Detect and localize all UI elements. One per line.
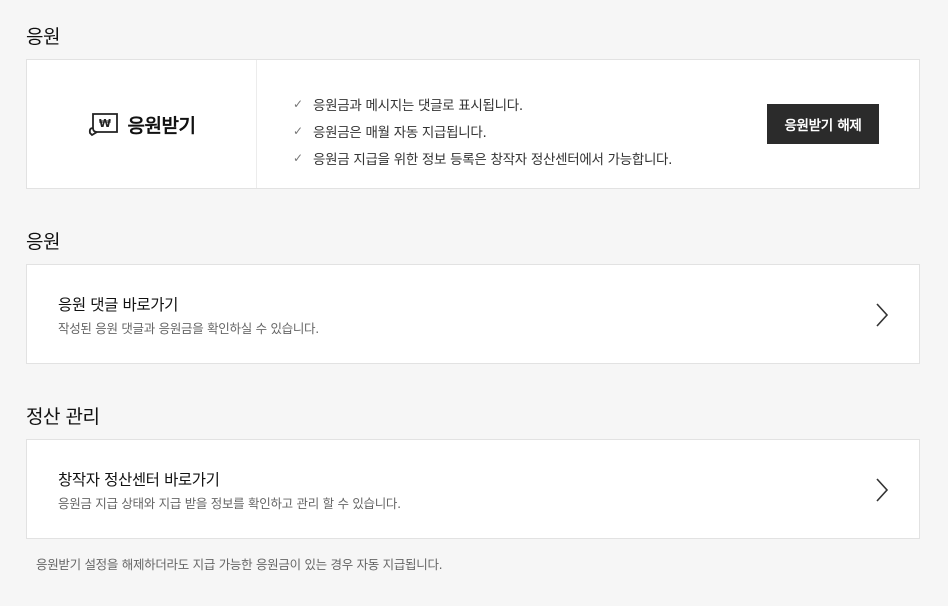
list-item: ✓ 응원금은 매월 자동 지급됩니다. xyxy=(293,117,672,144)
chevron-right-icon xyxy=(876,303,889,327)
chevron-right-icon xyxy=(876,478,889,502)
check-icon: ✓ xyxy=(293,96,303,111)
section-title-comments: 응원 xyxy=(26,231,60,253)
settlement-link-card[interactable]: 창작자 정산센터 바로가기 응원금 지급 상태와 지급 받을 정보를 확인하고 … xyxy=(26,439,920,539)
list-item: ✓ 응원금과 메시지는 댓글로 표시됩니다. xyxy=(293,90,672,117)
list-item: ✓ 응원금 지급을 위한 정보 등록은 창작자 정산센터에서 가능합니다. xyxy=(293,144,672,171)
bill-won-glyph: ₩ xyxy=(98,117,110,130)
section-title-support: 응원 xyxy=(26,26,60,48)
page: 응원 ₩ 응원받기 ✓ 응원금과 메시지는 댓글로 표시됩니다. ✓ 응원금은 … xyxy=(0,0,948,606)
support-notes: ✓ 응원금과 메시지는 댓글로 표시됩니다. ✓ 응원금은 매월 자동 지급됩니… xyxy=(293,90,672,171)
comments-link-description: 작성된 응원 댓글과 응원금을 확인하실 수 있습니다. xyxy=(58,321,319,336)
check-icon: ✓ xyxy=(293,123,303,138)
note-text: 응원금 지급을 위한 정보 등록은 창작자 정산센터에서 가능합니다. xyxy=(313,151,673,168)
check-icon: ✓ xyxy=(293,150,303,165)
section-title-settlement: 정산 관리 xyxy=(26,406,100,428)
comments-link-title: 응원 댓글 바로가기 xyxy=(58,296,178,314)
note-text: 응원금과 메시지는 댓글로 표시됩니다. xyxy=(313,97,523,114)
footnote: 응원받기 설정을 해제하더라도 지급 가능한 응원금이 있는 경우 자동 지급됩… xyxy=(36,557,443,572)
comments-link-card[interactable]: 응원 댓글 바로가기 작성된 응원 댓글과 응원금을 확인하실 수 있습니다. xyxy=(26,264,920,364)
support-label: 응원받기 xyxy=(127,114,196,137)
bill-won-icon: ₩ xyxy=(88,111,120,137)
support-status: ₩ 응원받기 xyxy=(27,60,257,188)
settlement-link-description: 응원금 지급 상태와 지급 받을 정보를 확인하고 관리 할 수 있습니다. xyxy=(58,496,401,511)
support-card: ₩ 응원받기 ✓ 응원금과 메시지는 댓글로 표시됩니다. ✓ 응원금은 매월 … xyxy=(26,59,920,189)
note-text: 응원금은 매월 자동 지급됩니다. xyxy=(313,124,487,141)
settlement-link-title: 창작자 정산센터 바로가기 xyxy=(58,471,220,489)
disable-support-button[interactable]: 응원받기 해제 xyxy=(767,104,879,144)
